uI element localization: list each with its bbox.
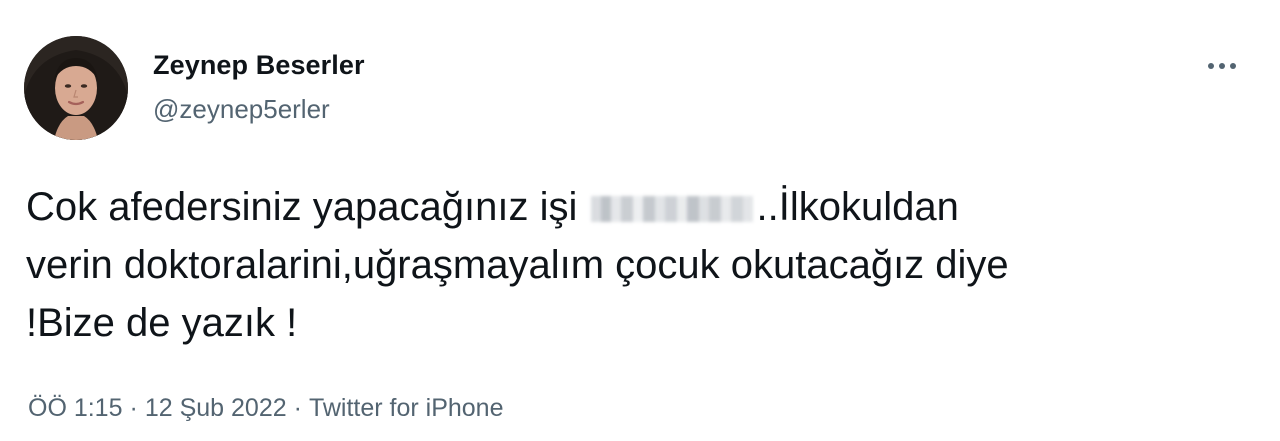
tweet-text: Cok afedersiniz yapacağınız işi ..İlkoku… (26, 178, 1246, 352)
meta-separator: · (129, 394, 138, 422)
tweet-source-link[interactable]: Twitter for iPhone (309, 394, 504, 422)
author-display-name[interactable]: Zeynep Beserler (153, 50, 365, 81)
tweet-text-line-1: Cok afedersiniz yapacağınız işi ..İlkoku… (26, 178, 1246, 236)
tweet-text-line-1-start: Cok afedersiniz yapacağınız işi (26, 185, 589, 229)
more-options-button[interactable] (1198, 50, 1246, 82)
censored-word-blur (590, 196, 753, 222)
avatar-image (24, 36, 128, 140)
tweet-text-line-2: verin doktoralarini,uğraşmayalım çocuk o… (26, 243, 1009, 287)
meta-separator-2: · (293, 394, 302, 422)
more-horizontal-icon (1208, 63, 1236, 69)
tweet-text-line-1-end: ..İlkokuldan (756, 185, 959, 229)
tweet-date-link[interactable]: 12 Şub 2022 (145, 394, 287, 422)
tweet-time-link[interactable]: ÖÖ 1:15 (28, 394, 123, 422)
tweet-text-line-3: !Bize de yazık ! (26, 301, 298, 345)
tweet-meta: ÖÖ 1:15 · 12 Şub 2022 · Twitter for iPhone (28, 394, 503, 423)
author-handle[interactable]: @zeynep5erler (153, 94, 330, 125)
tweet-card: Zeynep Beserler @zeynep5erler Cok afeder… (0, 0, 1280, 441)
avatar[interactable] (24, 36, 128, 140)
